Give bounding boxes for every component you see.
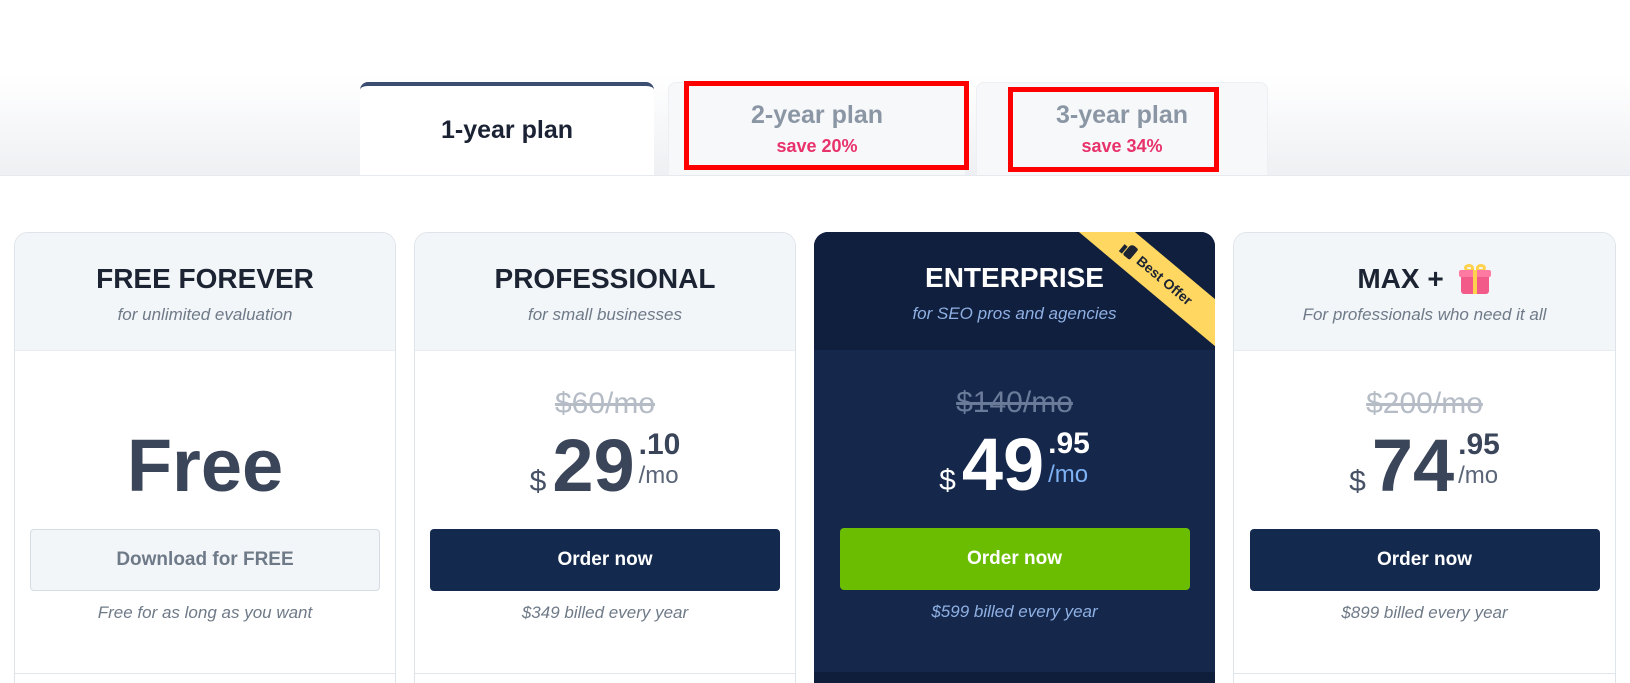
currency-symbol: $ bbox=[939, 464, 956, 497]
billing-note: $349 billed every year bbox=[521, 603, 689, 622]
tab-2-year-plan[interactable]: 2-year plan save 20% bbox=[668, 82, 966, 175]
plan-subtitle: for SEO pros and agencies bbox=[912, 304, 1117, 323]
billing-note: Free for as long as you want bbox=[97, 603, 313, 622]
plan-card-professional: PROFESSIONAL for small businesses $60/mo… bbox=[414, 232, 796, 683]
tab-title: 3-year plan bbox=[1055, 101, 1188, 129]
tab-3-year-plan[interactable]: 3-year plan save 34% bbox=[976, 82, 1268, 175]
plan-subtitle: for unlimited evaluation bbox=[117, 305, 293, 324]
price-free: Free bbox=[126, 424, 284, 507]
plan-name-row: MAX + bbox=[1357, 263, 1491, 295]
price-area: $60/mo $ 29 .10 /mo bbox=[415, 351, 795, 529]
current-price: $ 29 .10 /mo bbox=[415, 423, 795, 509]
price-cents: .95 bbox=[1458, 428, 1500, 461]
old-price: $60/mo bbox=[554, 387, 656, 420]
thumbs-up-icon bbox=[1119, 240, 1139, 260]
currency-symbol: $ bbox=[529, 465, 547, 498]
price-amount: 74 bbox=[1371, 424, 1455, 507]
order-now-button[interactable]: Order now bbox=[839, 528, 1190, 590]
price-area: Free bbox=[15, 351, 395, 529]
price-period: /mo bbox=[1048, 461, 1089, 488]
card-header: FREE FOREVER for unlimited evaluation bbox=[15, 233, 395, 351]
price-amount: 49 bbox=[961, 423, 1045, 506]
tab-save-label: save 34% bbox=[1081, 136, 1163, 156]
plan-name: FREE FOREVER bbox=[96, 263, 314, 294]
price-period: /mo bbox=[1458, 462, 1499, 489]
plan-card-free: FREE FOREVER for unlimited evaluation Fr… bbox=[14, 232, 396, 683]
old-price: $200/mo bbox=[1366, 387, 1483, 420]
price-fraction: .10 /mo bbox=[639, 429, 681, 491]
current-price: $ 74 .95 /mo bbox=[1234, 423, 1615, 509]
plan-name: ENTERPRISE bbox=[925, 262, 1104, 293]
price-area: $200/mo $ 74 .95 /mo bbox=[1234, 351, 1615, 529]
plan-subtitle: for small businesses bbox=[527, 305, 682, 324]
tab-title: 2-year plan bbox=[750, 101, 883, 129]
card-header: PROFESSIONAL for small businesses bbox=[415, 233, 795, 351]
billing-note: $599 billed every year bbox=[931, 602, 1098, 621]
order-now-button[interactable]: Order now bbox=[1249, 529, 1600, 591]
tab-1-year-plan[interactable]: 1-year plan bbox=[360, 82, 654, 175]
card-footer-band bbox=[814, 672, 1215, 683]
price-fraction: .95 /mo bbox=[1458, 429, 1500, 491]
download-free-button[interactable]: Download for FREE bbox=[30, 529, 380, 591]
price-fraction: .95 /mo bbox=[1048, 428, 1090, 490]
tab-title: 1-year plan bbox=[440, 116, 573, 144]
pricing-page: 1-year plan 2-year plan save 20% 3-year … bbox=[0, 0, 1630, 683]
card-footer-divider bbox=[15, 673, 395, 674]
currency-symbol: $ bbox=[1349, 465, 1366, 498]
price-area: $140/mo $ 49 .95 /mo bbox=[814, 350, 1215, 528]
order-now-button[interactable]: Order now bbox=[430, 529, 780, 591]
tab-save-label: save 20% bbox=[776, 136, 858, 156]
tabs-divider bbox=[0, 175, 1630, 176]
card-footer-divider bbox=[1234, 673, 1615, 674]
plan-card-max: MAX + For professionals who need it all … bbox=[1233, 232, 1616, 683]
plan-name: MAX + bbox=[1357, 263, 1444, 294]
card-header: MAX + For professionals who need it all bbox=[1234, 233, 1615, 351]
price-amount: 29 bbox=[552, 424, 635, 507]
billing-note: $899 billed every year bbox=[1341, 603, 1508, 622]
price-cents: .95 bbox=[1048, 427, 1090, 460]
plan-card-enterprise: ENTERPRISE for SEO pros and agencies Bes… bbox=[814, 232, 1215, 683]
current-price: $ 49 .95 /mo bbox=[814, 422, 1215, 508]
price-period: /mo bbox=[638, 462, 679, 489]
gift-icon bbox=[1458, 264, 1492, 294]
plan-name: PROFESSIONAL bbox=[494, 263, 716, 294]
old-price: $140/mo bbox=[956, 386, 1073, 419]
price-cents: .10 bbox=[638, 428, 681, 461]
plan-subtitle: For professionals who need it all bbox=[1302, 305, 1547, 324]
card-footer-divider bbox=[415, 673, 795, 674]
